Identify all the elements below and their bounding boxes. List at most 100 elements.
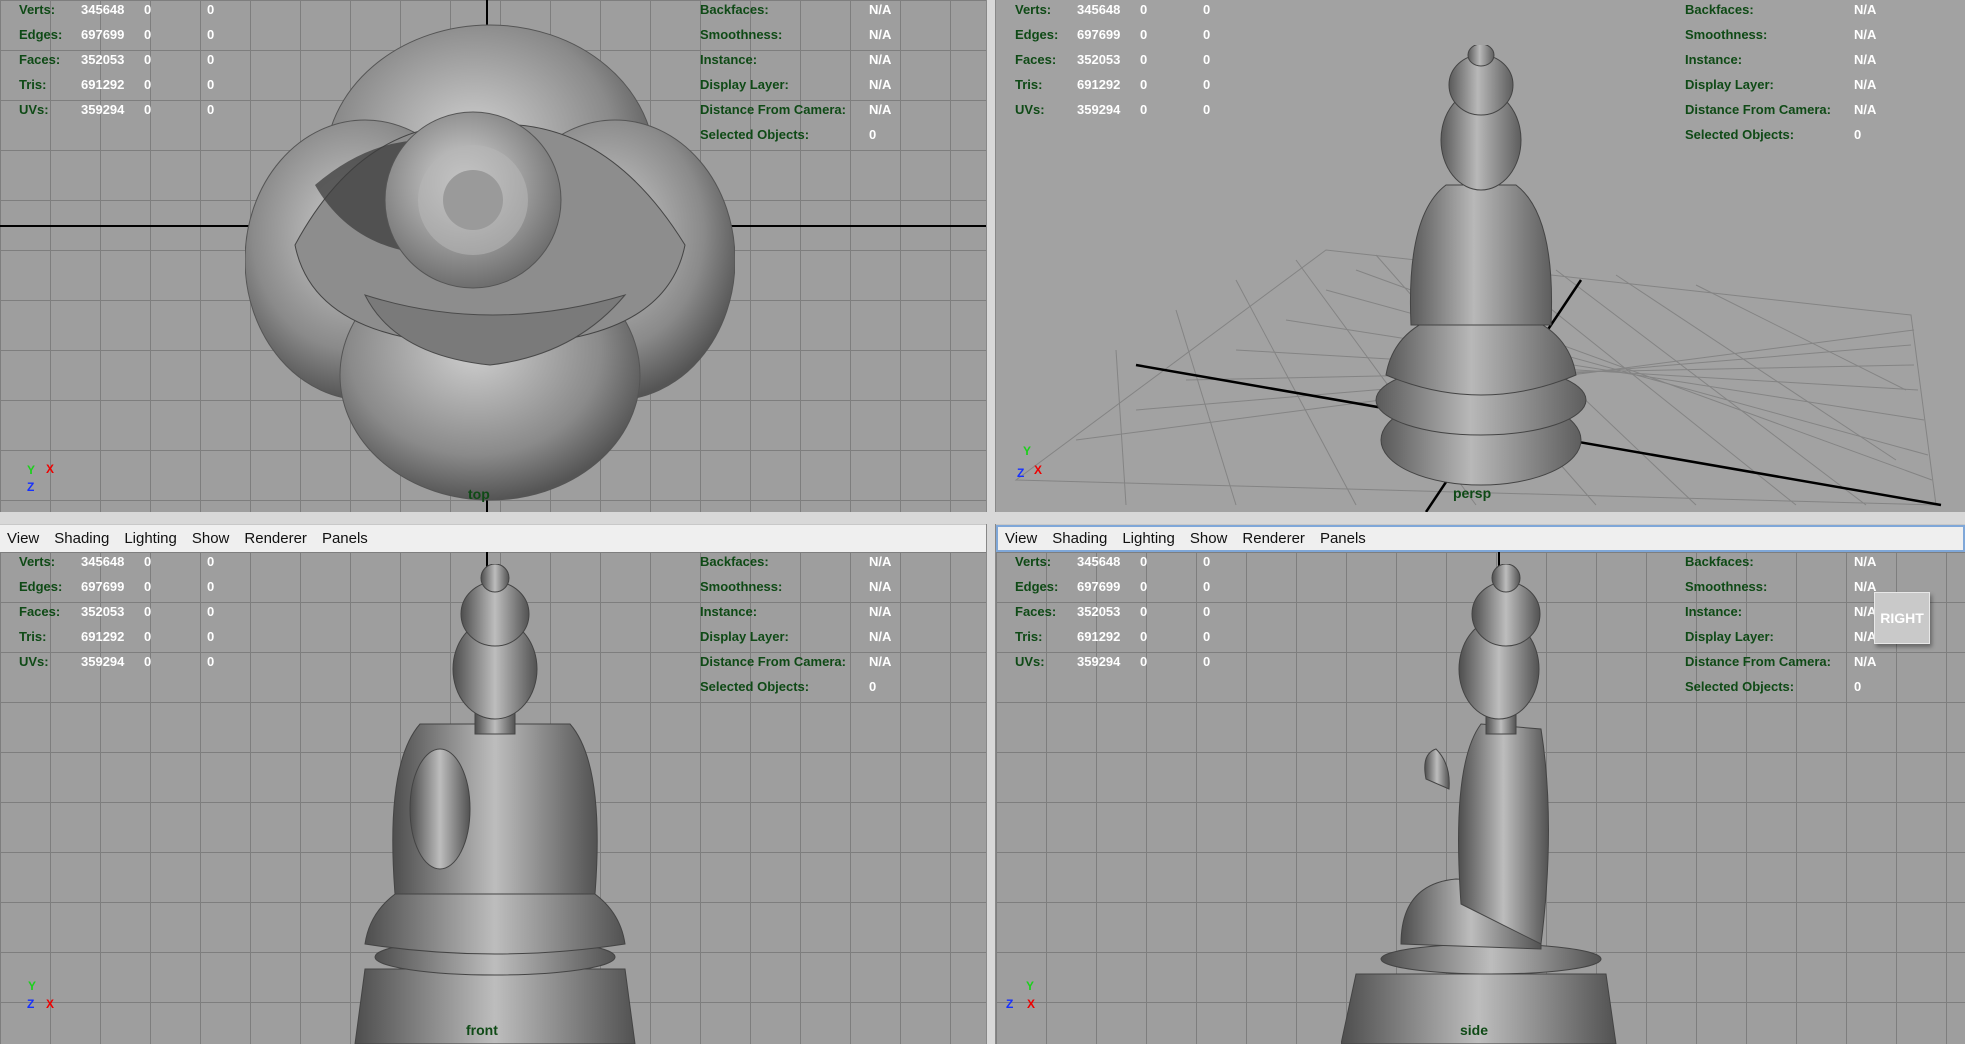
menu-view[interactable]: View (0, 530, 47, 547)
hud-row-backfaces: Backfaces: N/A (700, 0, 940, 22)
hud-value: 352053 (81, 604, 125, 619)
menu-show[interactable]: Show (1183, 530, 1236, 547)
menu-lighting[interactable]: Lighting (117, 530, 185, 547)
hud-value: 0 (207, 52, 215, 67)
hud-value: 0 (1203, 52, 1211, 67)
menu-lighting[interactable]: Lighting (1115, 530, 1183, 547)
hud-label: Distance From Camera: (700, 102, 846, 117)
hud-value: 0 (144, 579, 152, 594)
statue-top-view[interactable] (245, 15, 735, 505)
hud-label: Display Layer: (1685, 77, 1774, 92)
hud-label: UVs: (1015, 102, 1045, 117)
menu-renderer[interactable]: Renderer (1235, 530, 1313, 547)
menu-show[interactable]: Show (185, 530, 238, 547)
hud-row-smoothness: Smoothness: N/A (700, 574, 940, 599)
axis-y-label: Y (28, 979, 37, 993)
axis-y-label: Y (1023, 444, 1032, 458)
hud-value: N/A (869, 102, 892, 117)
hud-value: N/A (1854, 27, 1877, 42)
hud-row-edges: Edges: 697699 0 0 (19, 22, 259, 47)
hud-label: Selected Objects: (1685, 679, 1795, 694)
hud-row-instance: Instance: N/A (700, 47, 940, 72)
axis-z-label: Z (1017, 466, 1025, 480)
hud-value: 0 (207, 579, 215, 594)
statue-side-view[interactable] (1341, 564, 1621, 1044)
hud-row-verts: Verts: 345648 0 0 (1015, 0, 1255, 22)
hud-value: 697699 (1077, 27, 1121, 42)
menu-renderer[interactable]: Renderer (237, 530, 315, 547)
viewport-front[interactable]: Verts: 345648 0 0 Edges: 697699 0 0 Faces: 3520… (0, 552, 986, 1044)
hud-row-verts: Verts: 345648 0 0 (1015, 552, 1255, 574)
hud-label: Smoothness: (1685, 579, 1768, 594)
menu-panels[interactable]: Panels (1313, 530, 1374, 547)
hud-value: 691292 (81, 77, 125, 92)
hud-value: 0 (207, 629, 215, 644)
hud-value: 0 (144, 27, 152, 42)
hud-value: 691292 (1077, 629, 1121, 644)
hud-label: Backfaces: (1685, 554, 1754, 569)
hud-value: 0 (207, 604, 215, 619)
hud-value: 352053 (81, 52, 125, 67)
axis-x-label: X (46, 462, 55, 476)
menu-view[interactable]: View (998, 530, 1045, 547)
viewport-top[interactable]: Verts: 345648 0 0 Edges: 697699 0 0 Faces: 3520… (0, 0, 986, 512)
hud-label: UVs: (19, 654, 49, 669)
hud-value: 0 (1140, 102, 1148, 117)
hud-row-edges: Edges: 697699 0 0 (1015, 574, 1255, 599)
hud-value: 345648 (81, 2, 125, 17)
hud-value: 691292 (1077, 77, 1121, 92)
hud-value: N/A (1854, 654, 1877, 669)
hud-value: 0 (869, 127, 877, 142)
hud-value: N/A (1854, 102, 1877, 117)
menu-shading[interactable]: Shading (47, 530, 117, 547)
hud-row-faces: Faces: 352053 0 0 (19, 599, 259, 624)
hud-value: 345648 (1077, 2, 1121, 17)
hud-row-distance: Distance From Camera: N/A (1685, 97, 1925, 122)
axis-gizmo: Y X Z (1005, 979, 1049, 1023)
hud-row-edges: Edges: 697699 0 0 (19, 574, 259, 599)
hud-value: 0 (144, 77, 152, 92)
hud-value: 0 (207, 27, 215, 42)
hud-value: 0 (1140, 629, 1148, 644)
hud-label: UVs: (19, 102, 49, 117)
hud-value: 0 (1203, 604, 1211, 619)
menu-panels[interactable]: Panels (315, 530, 376, 547)
hud-value: 0 (1140, 2, 1148, 17)
view-cube[interactable]: RIGHT (1874, 592, 1930, 644)
hud-value: 0 (1140, 27, 1148, 42)
hud-value: 352053 (1077, 604, 1121, 619)
hud-label: Distance From Camera: (1685, 654, 1831, 669)
hud-row-selected: Selected Objects: 0 (1685, 122, 1925, 147)
hud-row-display-layer: Display Layer: N/A (1685, 72, 1925, 97)
hud-row-selected: Selected Objects: 0 (700, 674, 940, 699)
hud-label: Distance From Camera: (700, 654, 846, 669)
hud-label: Verts: (19, 2, 56, 17)
hud-value: N/A (869, 27, 892, 42)
panel-menubar-side: View Shading Lighting Show Renderer Pane… (996, 525, 1965, 552)
hud-label: Faces: (1015, 52, 1057, 67)
hud-value: 0 (144, 629, 152, 644)
hud-label: Selected Objects: (1685, 127, 1795, 142)
panel-splitter-horizontal[interactable] (0, 512, 1965, 524)
poly-count-hud: Verts: 345648 0 0 Edges: 697699 0 0 Faces: 3520… (19, 552, 259, 674)
hud-row-tris: Tris: 691292 0 0 (1015, 72, 1255, 97)
hud-row-display-layer: Display Layer: N/A (700, 624, 940, 649)
object-info-hud: Backfaces: N/A Smoothness: N/A Instance: N/… (700, 0, 940, 147)
hud-label: Instance: (1685, 52, 1743, 67)
viewport-side[interactable]: Verts: 345648 0 0 Edges: 697699 0 0 Faces: 3520… (996, 552, 1965, 1044)
menu-shading[interactable]: Shading (1045, 530, 1115, 547)
hud-value: 0 (144, 102, 152, 117)
hud-value: 697699 (1077, 579, 1121, 594)
hud-label: Faces: (19, 604, 61, 619)
hud-label: Edges: (1015, 27, 1059, 42)
statue-front-view[interactable] (350, 564, 640, 1044)
hud-label: Tris: (19, 77, 47, 92)
statue-perspective-view[interactable] (1356, 45, 1606, 490)
hud-value: 0 (1203, 77, 1211, 92)
viewport-persp[interactable]: Verts: 345648 0 0 Edges: 697699 0 0 Faces: 3520… (996, 0, 1965, 512)
hud-value: 0 (1203, 27, 1211, 42)
axis-y-label: Y (27, 463, 36, 477)
hud-label: Smoothness: (1685, 27, 1768, 42)
hud-label: Edges: (19, 579, 63, 594)
axis-z-label: Z (1006, 997, 1014, 1011)
